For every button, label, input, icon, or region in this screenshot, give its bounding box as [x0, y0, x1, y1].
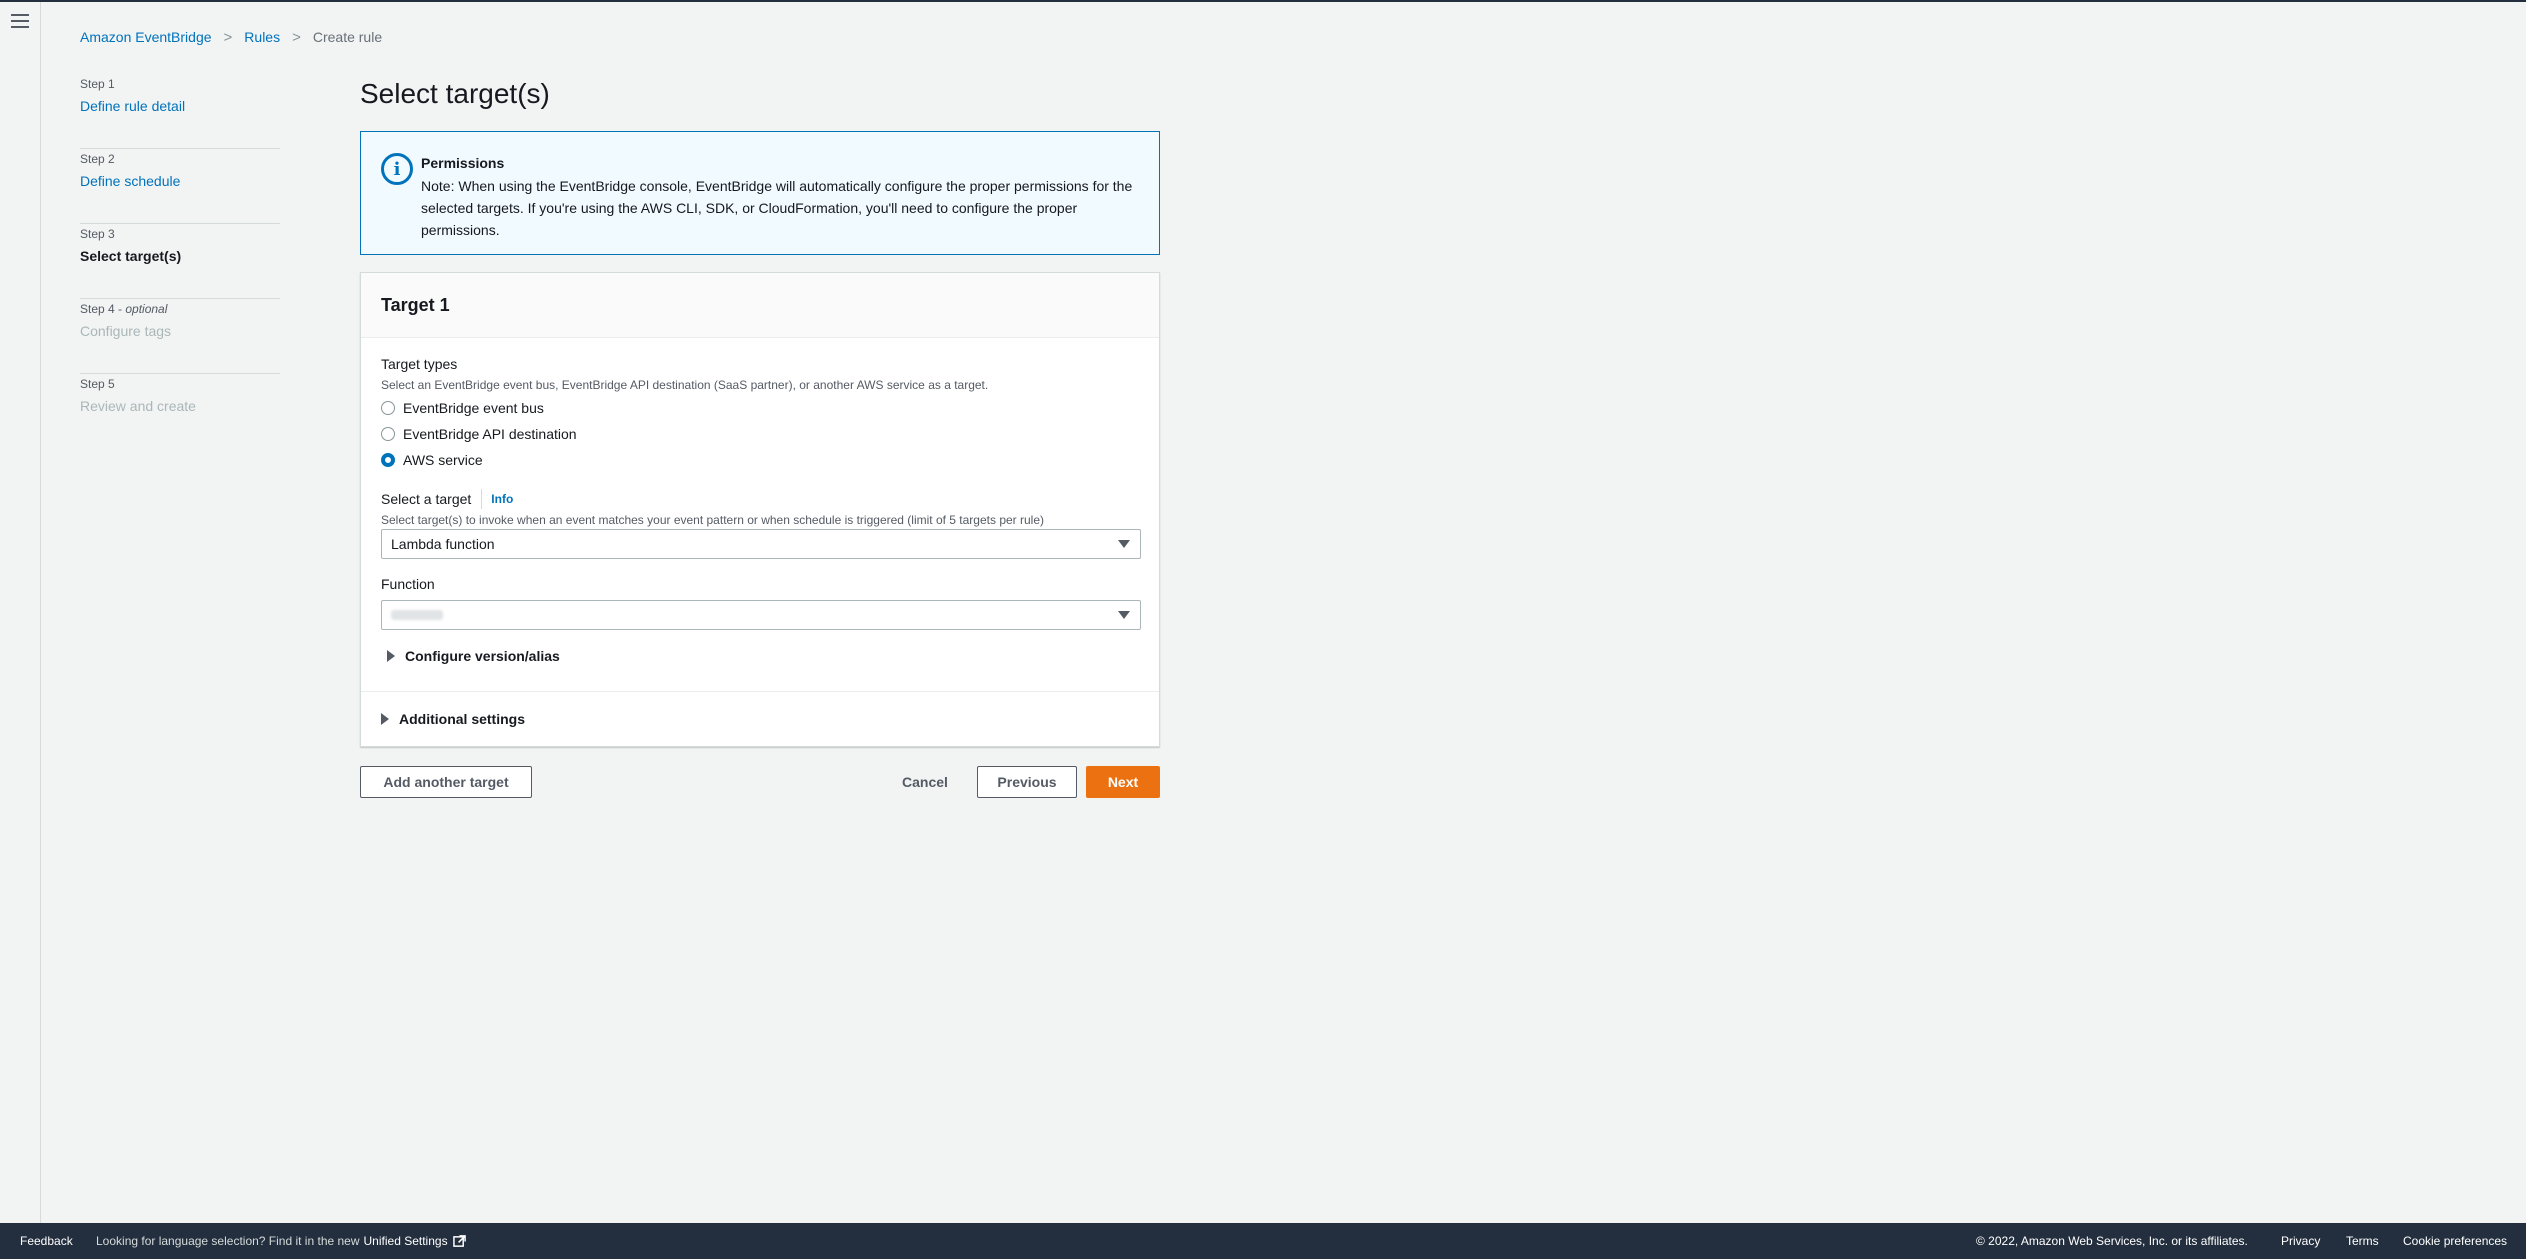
wizard-step-1: Step 1 Define rule detail: [80, 74, 280, 149]
add-another-target-button[interactable]: Add another target: [360, 766, 532, 798]
permissions-alert: i Permissions Note: When using the Event…: [360, 131, 1160, 255]
step-number: Step 3: [80, 227, 115, 241]
info-link[interactable]: Info: [481, 489, 513, 509]
wizard-step-2: Step 2 Define schedule: [80, 149, 280, 224]
select-target-description: Select target(s) to invoke when an event…: [381, 513, 1044, 527]
radio-button[interactable]: [381, 427, 395, 441]
function-select[interactable]: [381, 600, 1141, 630]
caret-down-icon: [1118, 611, 1130, 619]
chevron-right-icon: >: [223, 28, 233, 46]
configure-version-alias-expander[interactable]: Configure version/alias: [387, 648, 560, 664]
step-number: Step 5: [80, 377, 115, 391]
radio-eventbridge-event-bus[interactable]: EventBridge event bus: [381, 398, 544, 418]
wizard-steps: Step 1 Define rule detail Step 2 Define …: [80, 74, 280, 449]
step-current-select-targets: Select target(s): [80, 248, 182, 264]
caret-down-icon: [1118, 540, 1130, 548]
caret-right-icon: [387, 650, 395, 662]
step-review-and-create: Review and create: [80, 398, 196, 414]
breadcrumb-eventbridge[interactable]: Amazon EventBridge: [80, 29, 212, 45]
target-card: Target 1 Target types Select an EventBri…: [360, 272, 1160, 747]
step-number: Step 1: [80, 77, 115, 91]
breadcrumb: Amazon EventBridge > Rules > Create rule: [80, 27, 382, 47]
radio-label: EventBridge event bus: [403, 400, 544, 416]
radio-button[interactable]: [381, 401, 395, 415]
step-number: Step 4 - optional: [80, 302, 168, 316]
target-select[interactable]: Lambda function: [381, 529, 1141, 559]
step-number: Step 2: [80, 152, 115, 166]
next-button[interactable]: Next: [1086, 766, 1160, 798]
target-title: Target 1: [381, 294, 450, 315]
card-header: Target 1: [361, 273, 1159, 338]
target-types-label: Target types: [381, 356, 458, 372]
privacy-link[interactable]: Privacy: [2281, 1234, 2320, 1248]
select-target-label-row: Select a target Info: [381, 489, 513, 509]
breadcrumb-rules[interactable]: Rules: [244, 29, 280, 45]
radio-eventbridge-api-destination[interactable]: EventBridge API destination: [381, 424, 577, 444]
target-select-value: Lambda function: [391, 536, 495, 552]
menu-icon[interactable]: [11, 14, 29, 30]
target-types-description: Select an EventBridge event bus, EventBr…: [381, 378, 989, 392]
divider: [361, 691, 1159, 692]
side-nav-rail: [0, 2, 41, 1223]
alert-title: Permissions: [421, 155, 505, 171]
previous-button[interactable]: Previous: [977, 766, 1077, 798]
page-title: Select target(s): [360, 78, 550, 109]
radio-aws-service[interactable]: AWS service: [381, 450, 483, 470]
language-message: Looking for language selection? Find it …: [96, 1234, 466, 1248]
step-link-define-schedule[interactable]: Define schedule: [80, 170, 280, 192]
breadcrumb-current: Create rule: [312, 29, 383, 45]
alert-body: Note: When using the EventBridge console…: [421, 178, 1133, 238]
wizard-step-4: Step 4 - optional Configure tags: [80, 299, 280, 374]
additional-settings-expander[interactable]: Additional settings: [381, 711, 525, 727]
redacted-function-name: [391, 610, 443, 620]
chevron-right-icon: >: [292, 28, 301, 46]
feedback-link[interactable]: Feedback: [20, 1234, 73, 1248]
step-link-define-rule-detail[interactable]: Define rule detail: [80, 95, 280, 117]
language-message-text: Looking for language selection? Find it …: [96, 1234, 360, 1248]
info-circle-icon: i: [381, 153, 413, 185]
wizard-step-3: Step 3 Select target(s): [80, 224, 280, 299]
external-link-icon: [452, 1234, 466, 1247]
optional-tag: optional: [125, 302, 168, 316]
step-configure-tags: Configure tags: [80, 323, 172, 339]
wizard-step-5: Step 5 Review and create: [80, 374, 280, 449]
caret-right-icon: [381, 713, 389, 725]
function-label: Function: [381, 576, 435, 592]
cancel-button[interactable]: Cancel: [893, 766, 957, 798]
top-border: [0, 0, 2526, 2]
radio-label: EventBridge API destination: [403, 426, 577, 442]
footer: Feedback Looking for language selection?…: [0, 1223, 2526, 1259]
terms-link[interactable]: Terms: [2346, 1234, 2379, 1248]
copyright: © 2022, Amazon Web Services, Inc. or its…: [1976, 1234, 2248, 1248]
radio-label: AWS service: [403, 452, 483, 468]
cookie-preferences-link[interactable]: Cookie preferences: [2403, 1234, 2507, 1248]
select-target-label: Select a target: [381, 491, 472, 507]
expander-label: Additional settings: [399, 711, 525, 727]
radio-button-selected[interactable]: [381, 453, 395, 467]
unified-settings-link[interactable]: Unified Settings: [364, 1234, 448, 1248]
expander-label: Configure version/alias: [405, 648, 560, 664]
